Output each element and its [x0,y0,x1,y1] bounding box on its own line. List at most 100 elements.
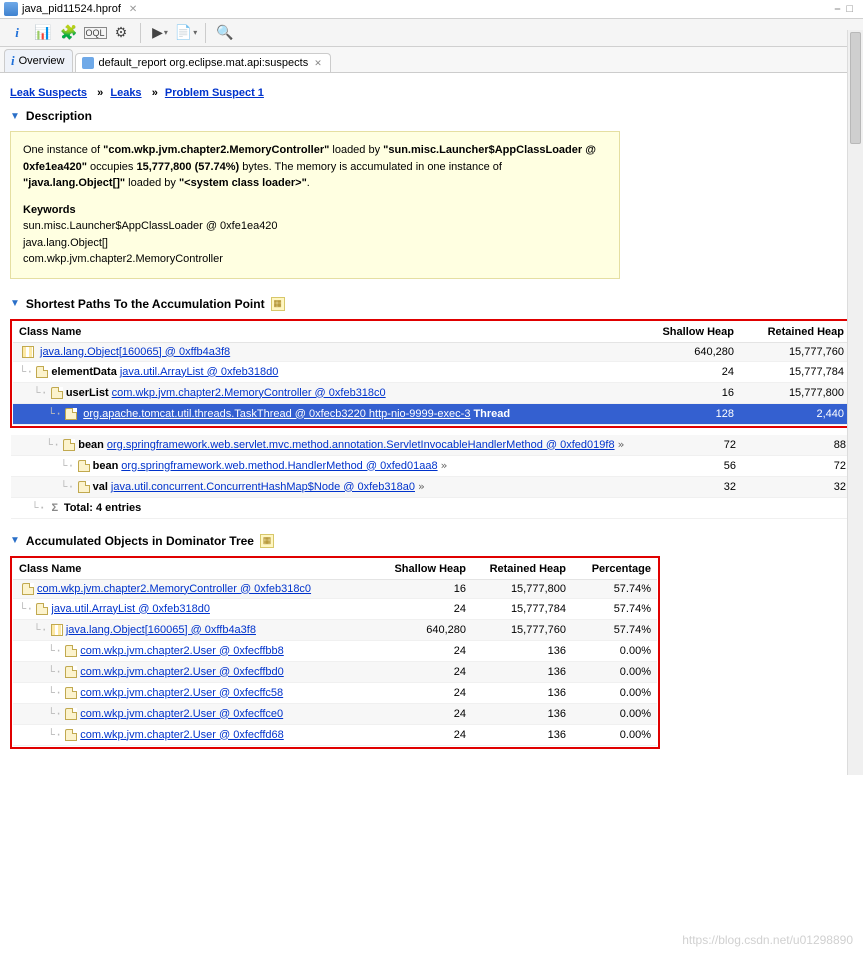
section-title: Shortest Paths To the Accumulation Point [26,297,265,311]
description-box: One instance of "com.wkp.jvm.chapter2.Me… [10,131,620,279]
sigma-icon: Σ [49,502,61,514]
close-editor-icon[interactable]: ✕ [129,4,137,15]
query-icon[interactable]: ▦ [271,297,285,311]
object-icon [65,666,77,678]
highlighted-region: Class Name Shallow Heap Retained Heap Pe… [10,556,660,749]
object-link[interactable]: com.wkp.jvm.chapter2.User @ 0xfecffce0 [80,708,283,720]
object-icon [36,366,48,378]
object-link[interactable]: java.lang.Object[160065] @ 0xffb4a3f8 [66,624,256,636]
editor-title: java_pid11524.hprof [22,3,121,15]
section-shortest-header[interactable]: ▼ Shortest Paths To the Accumulation Poi… [10,297,853,311]
col-classname[interactable]: Class Name [13,559,377,580]
table-row[interactable]: └·userList com.wkp.jvm.chapter2.MemoryCo… [13,382,850,403]
twistie-icon: ▼ [10,298,20,309]
object-icon [63,439,75,451]
object-link[interactable]: org.apache.tomcat.util.threads.TaskThrea… [83,408,470,420]
toolbar: i 📊 🧩 OQL ⚙ ▶▾ 📄▾ 🔍 [0,19,863,47]
object-icon [65,729,77,741]
accumulated-table: Class Name Shallow Heap Retained Heap Pe… [13,559,657,746]
twistie-icon: ▼ [10,535,20,546]
table-row[interactable]: └· org.apache.tomcat.util.threads.TaskTh… [13,403,850,424]
object-icon [51,387,63,399]
object-icon [65,408,77,420]
object-icon [65,687,77,699]
close-tab-icon[interactable]: ✕ [314,58,322,69]
maximize-icon[interactable]: □ [846,3,853,15]
col-percentage[interactable]: Percentage [572,559,657,580]
object-icon [22,583,34,595]
overview-toolbutton[interactable]: i [6,22,28,44]
table-row[interactable]: └·com.wkp.jvm.chapter2.User @ 0xfecffbb8… [13,640,657,661]
object-link[interactable]: org.springframework.web.servlet.mvc.meth… [107,439,615,451]
tab-report[interactable]: default_report org.eclipse.mat.api:suspe… [75,53,330,72]
tab-label: default_report org.eclipse.mat.api:suspe… [98,57,308,69]
col-classname[interactable]: Class Name [13,322,640,343]
info-icon: i [11,53,15,69]
query-icon[interactable]: ▦ [260,534,274,548]
object-link[interactable]: com.wkp.jvm.chapter2.User @ 0xfecffbd0 [80,666,284,678]
table-row[interactable]: └·elementData java.util.ArrayList @ 0xfe… [13,361,850,382]
object-link[interactable]: com.wkp.jvm.chapter2.User @ 0xfecffd68 [80,729,284,741]
open-query-toolbutton[interactable]: 📄▾ [175,22,197,44]
col-shallow[interactable]: Shallow Heap [377,559,472,580]
table-row[interactable]: com.wkp.jvm.chapter2.MemoryController @ … [13,579,657,598]
object-link[interactable]: com.wkp.jvm.chapter2.MemoryController @ … [37,583,311,595]
object-link[interactable]: java.util.ArrayList @ 0xfeb318d0 [51,603,210,615]
table-row[interactable]: └·bean org.springframework.web.method.Ha… [11,455,852,476]
object-link[interactable]: com.wkp.jvm.chapter2.MemoryController @ … [112,387,386,399]
table-row[interactable]: └·java.util.ArrayList @ 0xfeb318d02415,7… [13,598,657,619]
histogram-toolbutton[interactable]: 📊 [32,22,54,44]
breadcrumb-link[interactable]: Problem Suspect 1 [165,87,264,99]
report-icon [82,57,94,69]
table-row[interactable]: └·com.wkp.jvm.chapter2.User @ 0xfecffce0… [13,703,657,724]
col-retained[interactable]: Retained Heap [472,559,572,580]
object-link[interactable]: org.springframework.web.method.HandlerMe… [121,460,437,472]
window-controls: ⎯ □ [835,3,859,16]
table-row[interactable]: └·ΣTotal: 4 entries [11,497,852,518]
object-icon [65,708,77,720]
dominator-toolbutton[interactable]: 🧩 [58,22,80,44]
tab-overview[interactable]: i Overview [4,49,73,72]
array-icon [51,624,63,636]
tab-label: Overview [19,55,65,67]
breadcrumb-link[interactable]: Leak Suspects [10,87,87,99]
breadcrumb-sep: » [152,87,158,99]
tabstrip: i Overview default_report org.eclipse.ma… [0,47,863,73]
report-content: Leak Suspects » Leaks » Problem Suspect … [0,73,863,775]
run-query-toolbutton[interactable]: ▶▾ [149,22,171,44]
col-retained[interactable]: Retained Heap [740,322,850,343]
object-link[interactable]: com.wkp.jvm.chapter2.User @ 0xfecffc58 [80,687,283,699]
object-link[interactable]: java.util.ArrayList @ 0xfeb318d0 [120,366,279,378]
breadcrumb-link[interactable]: Leaks [110,87,141,99]
object-link[interactable]: com.wkp.jvm.chapter2.User @ 0xfecffbb8 [80,645,284,657]
col-shallow[interactable]: Shallow Heap [640,322,740,343]
breadcrumb-sep: » [97,87,103,99]
section-title: Accumulated Objects in Dominator Tree [26,534,254,548]
toolbar-separator [205,23,206,43]
twistie-icon: ▼ [10,111,20,122]
highlighted-region: Class Name Shallow Heap Retained Heap ja… [10,319,853,428]
editor-title-bar: java_pid11524.hprof ✕ ⎯ □ [0,0,863,19]
keyword-line: java.lang.Object[] [23,235,607,252]
breadcrumb: Leak Suspects » Leaks » Problem Suspect … [10,87,853,99]
vertical-scrollbar[interactable] [847,30,863,775]
minimize-icon[interactable]: ⎯ [835,3,841,15]
object-link[interactable]: java.lang.Object[160065] @ 0xffb4a3f8 [40,346,230,358]
section-accumulated-header[interactable]: ▼ Accumulated Objects in Dominator Tree … [10,534,853,548]
object-icon [78,460,90,472]
threads-toolbutton[interactable]: ⚙ [110,22,132,44]
section-description-header[interactable]: ▼ Description [10,109,853,123]
toolbar-separator [140,23,141,43]
table-row[interactable]: └·com.wkp.jvm.chapter2.User @ 0xfecffd68… [13,724,657,745]
table-row[interactable]: java.lang.Object[160065] @ 0xffb4a3f8640… [13,342,850,361]
table-row[interactable]: └·val java.util.concurrent.ConcurrentHas… [11,476,852,497]
keywords-heading: Keywords [23,202,607,219]
table-row[interactable]: └·java.lang.Object[160065] @ 0xffb4a3f86… [13,619,657,640]
table-row[interactable]: └·bean org.springframework.web.servlet.m… [11,435,852,456]
object-link[interactable]: java.util.concurrent.ConcurrentHashMap$N… [111,481,415,493]
table-row[interactable]: └·com.wkp.jvm.chapter2.User @ 0xfecffbd0… [13,661,657,682]
section-title: Description [26,109,92,123]
table-row[interactable]: └·com.wkp.jvm.chapter2.User @ 0xfecffc58… [13,682,657,703]
search-toolbutton[interactable]: 🔍 [214,22,236,44]
oql-toolbutton[interactable]: OQL [84,22,106,44]
